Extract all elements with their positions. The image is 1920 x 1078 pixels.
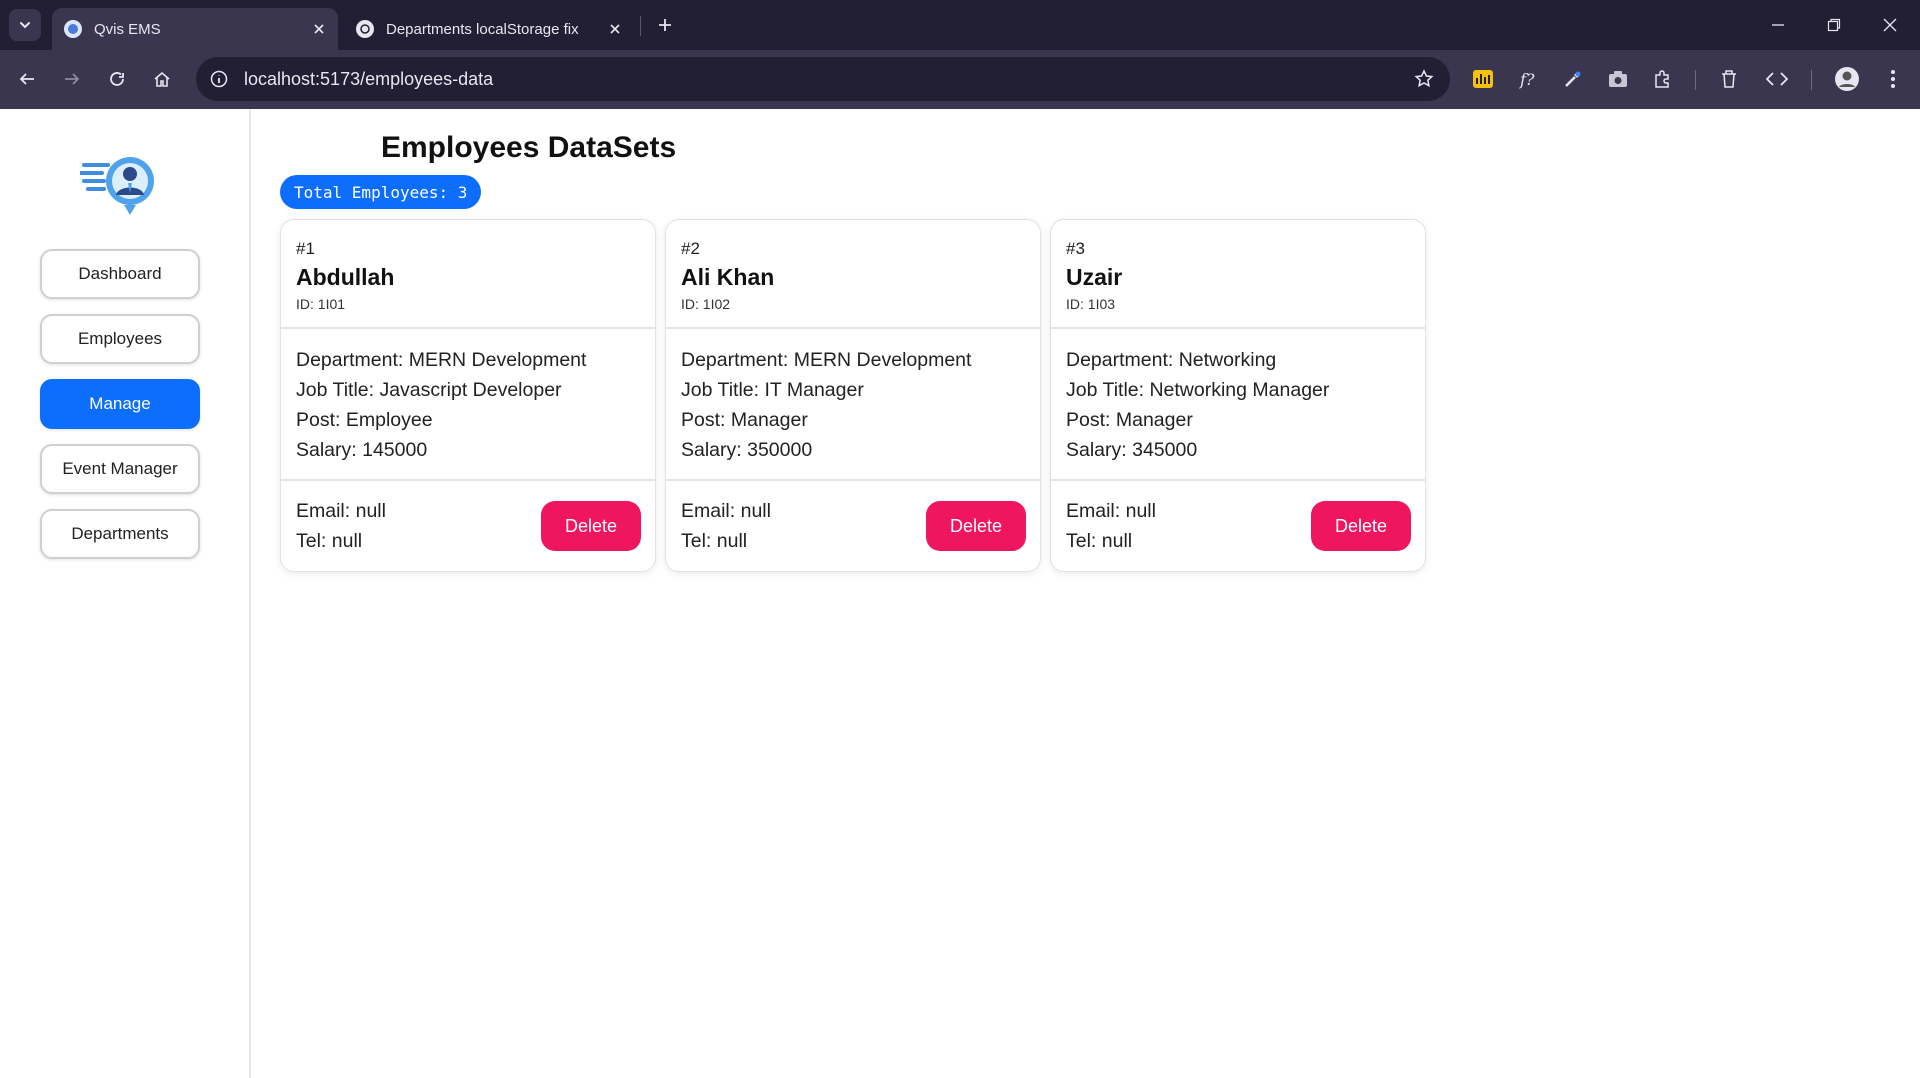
close-icon xyxy=(1883,18,1897,32)
card-body: Department: MERN Development Job Title: … xyxy=(281,329,655,481)
browser-tab-bar: Qvis EMS Departments localStorage fix xyxy=(0,0,1920,50)
employee-id: ID: 1I02 xyxy=(681,296,731,312)
forward-button[interactable] xyxy=(55,62,89,96)
delete-button[interactable]: Delete xyxy=(1311,501,1411,551)
employee-job-title: Job Title: Networking Manager xyxy=(1066,379,1330,401)
card-header: #3 Uzair ID: 1I03 xyxy=(1051,220,1425,329)
tab-title: Departments localStorage fix xyxy=(386,20,579,38)
employee-department: Department: MERN Development xyxy=(296,349,587,371)
employee-id: ID: 1I03 xyxy=(1066,296,1116,312)
main-content: Employees DataSets Total Employees: 3 #1… xyxy=(253,109,1920,1078)
card-header: #1 Abdullah ID: 1I01 xyxy=(281,220,655,329)
employee-id: ID: 1I01 xyxy=(296,296,346,312)
employee-name: Uzair xyxy=(1066,264,1123,290)
arrow-left-icon xyxy=(19,73,34,85)
employee-tel: Tel: null xyxy=(681,530,748,552)
card-body: Department: Networking Job Title: Networ… xyxy=(1051,329,1425,481)
delete-button[interactable]: Delete xyxy=(541,501,641,551)
employee-job-title: Job Title: Javascript Developer xyxy=(296,379,562,401)
sidebar-item-departments[interactable]: Departments xyxy=(40,509,200,559)
toolbar-divider xyxy=(1811,70,1812,90)
card-header: #2 Ali Khan ID: 1I02 xyxy=(666,220,1040,329)
trash-icon[interactable] xyxy=(1714,64,1744,94)
chevron-down-icon xyxy=(20,22,30,29)
analytics-extension-icon[interactable] xyxy=(1468,64,1498,94)
app-page: Dashboard Employees Manage Event Manager… xyxy=(0,109,1920,1078)
card-body: Department: MERN Development Job Title: … xyxy=(666,329,1040,481)
tab-qvis-ems[interactable]: Qvis EMS xyxy=(52,8,338,50)
bookmark-star-icon[interactable] xyxy=(1412,67,1436,91)
employee-name: Abdullah xyxy=(296,264,395,290)
tab-search-button[interactable] xyxy=(9,9,41,41)
card-footer: Email: null Tel: null Delete xyxy=(1051,481,1425,573)
url-text: localhost:5173/employees-data xyxy=(244,68,494,89)
tab-departments-fix[interactable]: Departments localStorage fix xyxy=(344,8,634,50)
close-window-button[interactable] xyxy=(1862,0,1918,50)
employee-email: Email: null xyxy=(1066,500,1156,522)
employee-number: #1 xyxy=(296,239,315,258)
employee-card: #2 Ali Khan ID: 1I02 Department: MERN De… xyxy=(665,219,1041,572)
employee-email: Email: null xyxy=(296,500,386,522)
new-tab-button[interactable] xyxy=(651,11,679,39)
devtools-code-icon[interactable] xyxy=(1762,64,1792,94)
site-info-icon[interactable] xyxy=(206,66,232,92)
employee-number: #3 xyxy=(1066,239,1085,258)
sidebar-item-dashboard[interactable]: Dashboard xyxy=(40,249,200,299)
arrow-right-icon xyxy=(65,73,80,85)
tab-divider xyxy=(640,16,641,36)
app-favicon-icon xyxy=(64,20,82,38)
chatgpt-favicon-icon xyxy=(356,20,374,38)
total-employees-badge: Total Employees: 3 xyxy=(280,175,482,209)
sidebar-item-employees[interactable]: Employees xyxy=(40,314,200,364)
profile-avatar-icon[interactable] xyxy=(1832,64,1862,94)
tab-title: Qvis EMS xyxy=(94,20,161,38)
employee-department: Department: MERN Development xyxy=(681,349,972,371)
back-button[interactable] xyxy=(10,62,44,96)
employee-salary: Salary: 345000 xyxy=(1066,439,1198,461)
sidebar-item-event-manager[interactable]: Event Manager xyxy=(40,444,200,494)
fonts-extension-icon[interactable]: f? xyxy=(1513,64,1543,94)
sidebar: Dashboard Employees Manage Event Manager… xyxy=(0,109,251,1078)
toolbar-divider xyxy=(1695,70,1696,90)
close-tab-icon[interactable] xyxy=(308,18,330,40)
reload-button[interactable] xyxy=(100,62,134,96)
home-button[interactable] xyxy=(145,62,179,96)
sidebar-item-manage[interactable]: Manage xyxy=(40,379,200,429)
employee-tel: Tel: null xyxy=(1066,530,1133,552)
employee-department: Department: Networking xyxy=(1066,349,1277,371)
delete-button[interactable]: Delete xyxy=(926,501,1026,551)
employee-post: Post: Manager xyxy=(681,409,808,431)
close-tab-icon[interactable] xyxy=(604,18,626,40)
reload-icon xyxy=(110,72,124,86)
page-title: Employees DataSets xyxy=(381,131,677,164)
employee-email: Email: null xyxy=(681,500,771,522)
employee-job-title: Job Title: IT Manager xyxy=(681,379,864,401)
employee-salary: Salary: 350000 xyxy=(681,439,813,461)
minimize-icon xyxy=(1772,24,1784,26)
svg-text:f?: f? xyxy=(1519,70,1535,89)
employee-card: #3 Uzair ID: 1I03 Department: Networking… xyxy=(1050,219,1426,572)
employee-salary: Salary: 145000 xyxy=(296,439,428,461)
minimize-button[interactable] xyxy=(1750,0,1806,50)
employee-post: Post: Employee xyxy=(296,409,433,431)
address-bar[interactable]: localhost:5173/employees-data xyxy=(196,57,1450,101)
plus-icon xyxy=(659,19,671,31)
restore-button[interactable] xyxy=(1806,0,1862,50)
browser-menu-icon[interactable] xyxy=(1878,64,1908,94)
employee-tel: Tel: null xyxy=(296,530,363,552)
extensions-puzzle-icon[interactable] xyxy=(1648,64,1678,94)
employee-card: #1 Abdullah ID: 1I01 Department: MERN De… xyxy=(280,219,656,572)
card-footer: Email: null Tel: null Delete xyxy=(666,481,1040,573)
card-footer: Email: null Tel: null Delete xyxy=(281,481,655,573)
app-logo xyxy=(78,151,160,219)
home-icon xyxy=(154,71,170,87)
browser-toolbar: localhost:5173/employees-data f? xyxy=(0,50,1920,109)
employee-name: Ali Khan xyxy=(681,264,775,290)
restore-icon xyxy=(1827,18,1841,32)
color-picker-icon[interactable] xyxy=(1558,64,1588,94)
employee-post: Post: Manager xyxy=(1066,409,1193,431)
camera-extension-icon[interactable] xyxy=(1603,64,1633,94)
employee-number: #2 xyxy=(681,239,700,258)
